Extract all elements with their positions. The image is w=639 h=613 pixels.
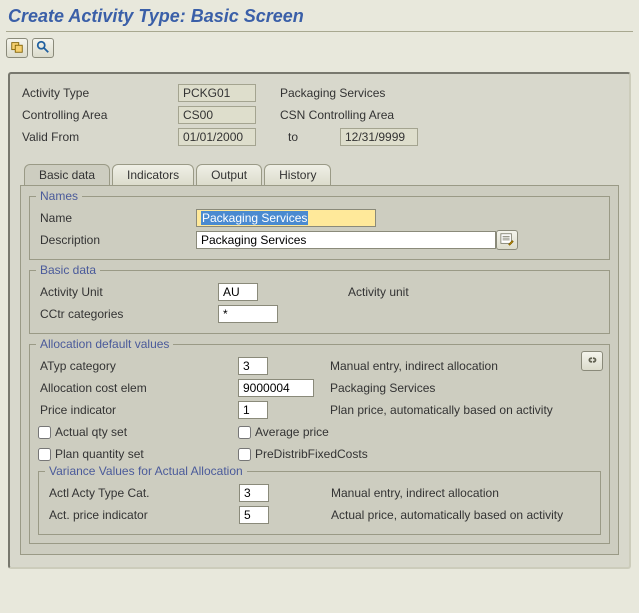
plan-quantity-set-checkbox[interactable] bbox=[38, 448, 51, 461]
activity-unit-label: Activity Unit bbox=[38, 285, 218, 299]
atyp-category-label: ATyp category bbox=[38, 359, 238, 373]
activity-type-desc: Packaging Services bbox=[280, 86, 385, 100]
predistrib-checkbox[interactable] bbox=[238, 448, 251, 461]
name-field[interactable]: Packaging Services bbox=[196, 209, 376, 227]
activity-unit-desc: Activity unit bbox=[348, 285, 409, 299]
price-indicator-label: Price indicator bbox=[38, 403, 238, 417]
analyze-button[interactable] bbox=[32, 38, 54, 58]
valid-from-label: Valid From bbox=[20, 130, 178, 144]
alloc-cost-elem-label: Allocation cost elem bbox=[38, 381, 238, 395]
link-button[interactable] bbox=[581, 351, 603, 371]
tab-panel: Names Name Packaging Services Descriptio… bbox=[20, 185, 619, 555]
actual-qty-set-label: Actual qty set bbox=[55, 425, 127, 439]
cctr-categories-field[interactable] bbox=[218, 305, 278, 323]
link-icon bbox=[585, 353, 599, 370]
screen-title: Create Activity Type: Basic Screen bbox=[0, 0, 639, 31]
valid-to-value: 12/31/9999 bbox=[340, 128, 418, 146]
activity-type-value: PCKG01 bbox=[178, 84, 256, 102]
edit-long-text-button[interactable] bbox=[496, 230, 518, 250]
other-object-icon bbox=[10, 40, 24, 57]
actl-acty-type-label: Actl Acty Type Cat. bbox=[47, 486, 239, 500]
act-price-indicator-field[interactable] bbox=[239, 506, 269, 524]
pencil-icon bbox=[500, 232, 514, 249]
controlling-area-desc: CSN Controlling Area bbox=[280, 108, 394, 122]
basic-data-group: Basic data Activity Unit Activity unit C… bbox=[29, 270, 610, 334]
activity-type-label: Activity Type bbox=[20, 86, 178, 100]
tab-indicators[interactable]: Indicators bbox=[112, 164, 194, 185]
average-price-label: Average price bbox=[255, 425, 329, 439]
allocation-legend: Allocation default values bbox=[36, 337, 173, 351]
act-price-indicator-label: Act. price indicator bbox=[47, 508, 239, 522]
atyp-category-field[interactable] bbox=[238, 357, 268, 375]
controlling-area-value: CS00 bbox=[178, 106, 256, 124]
atyp-category-desc: Manual entry, indirect allocation bbox=[330, 359, 498, 373]
tab-output[interactable]: Output bbox=[196, 164, 262, 185]
plan-quantity-set-label: Plan quantity set bbox=[55, 447, 144, 461]
actl-acty-type-desc: Manual entry, indirect allocation bbox=[331, 486, 499, 500]
valid-from-value: 01/01/2000 bbox=[178, 128, 256, 146]
variance-group: Variance Values for Actual Allocation Ac… bbox=[38, 471, 601, 535]
predistrib-label: PreDistribFixedCosts bbox=[255, 447, 368, 461]
cctr-categories-label: CCtr categories bbox=[38, 307, 218, 321]
controlling-area-label: Controlling Area bbox=[20, 108, 178, 122]
tabstrip: Basic data Indicators Output History bbox=[18, 164, 621, 185]
average-price-checkbox[interactable] bbox=[238, 426, 251, 439]
alloc-cost-elem-field[interactable] bbox=[238, 379, 314, 397]
main-panel: Activity Type PCKG01 Packaging Services … bbox=[8, 72, 631, 569]
price-indicator-field[interactable] bbox=[238, 401, 268, 419]
valid-to-label: to bbox=[280, 130, 340, 144]
activity-unit-field[interactable] bbox=[218, 283, 258, 301]
tab-history[interactable]: History bbox=[264, 164, 331, 185]
names-group: Names Name Packaging Services Descriptio… bbox=[29, 196, 610, 260]
analyze-icon bbox=[36, 40, 50, 57]
name-label: Name bbox=[38, 211, 196, 225]
act-price-indicator-desc: Actual price, automatically based on act… bbox=[331, 508, 563, 522]
alloc-cost-elem-desc: Packaging Services bbox=[330, 381, 435, 395]
basic-data-legend: Basic data bbox=[36, 263, 100, 277]
tab-basic-data[interactable]: Basic data bbox=[24, 164, 110, 185]
actl-acty-type-field[interactable] bbox=[239, 484, 269, 502]
description-label: Description bbox=[38, 233, 196, 247]
header-area: Activity Type PCKG01 Packaging Services … bbox=[18, 82, 621, 148]
price-indicator-desc: Plan price, automatically based on activ… bbox=[330, 403, 553, 417]
other-object-button[interactable] bbox=[6, 38, 28, 58]
toolbar bbox=[0, 38, 639, 64]
title-divider bbox=[6, 31, 633, 32]
names-legend: Names bbox=[36, 189, 82, 203]
description-field[interactable] bbox=[196, 231, 496, 249]
allocation-group: Allocation default values ATyp category … bbox=[29, 344, 610, 544]
actual-qty-set-checkbox[interactable] bbox=[38, 426, 51, 439]
variance-legend: Variance Values for Actual Allocation bbox=[45, 464, 247, 478]
